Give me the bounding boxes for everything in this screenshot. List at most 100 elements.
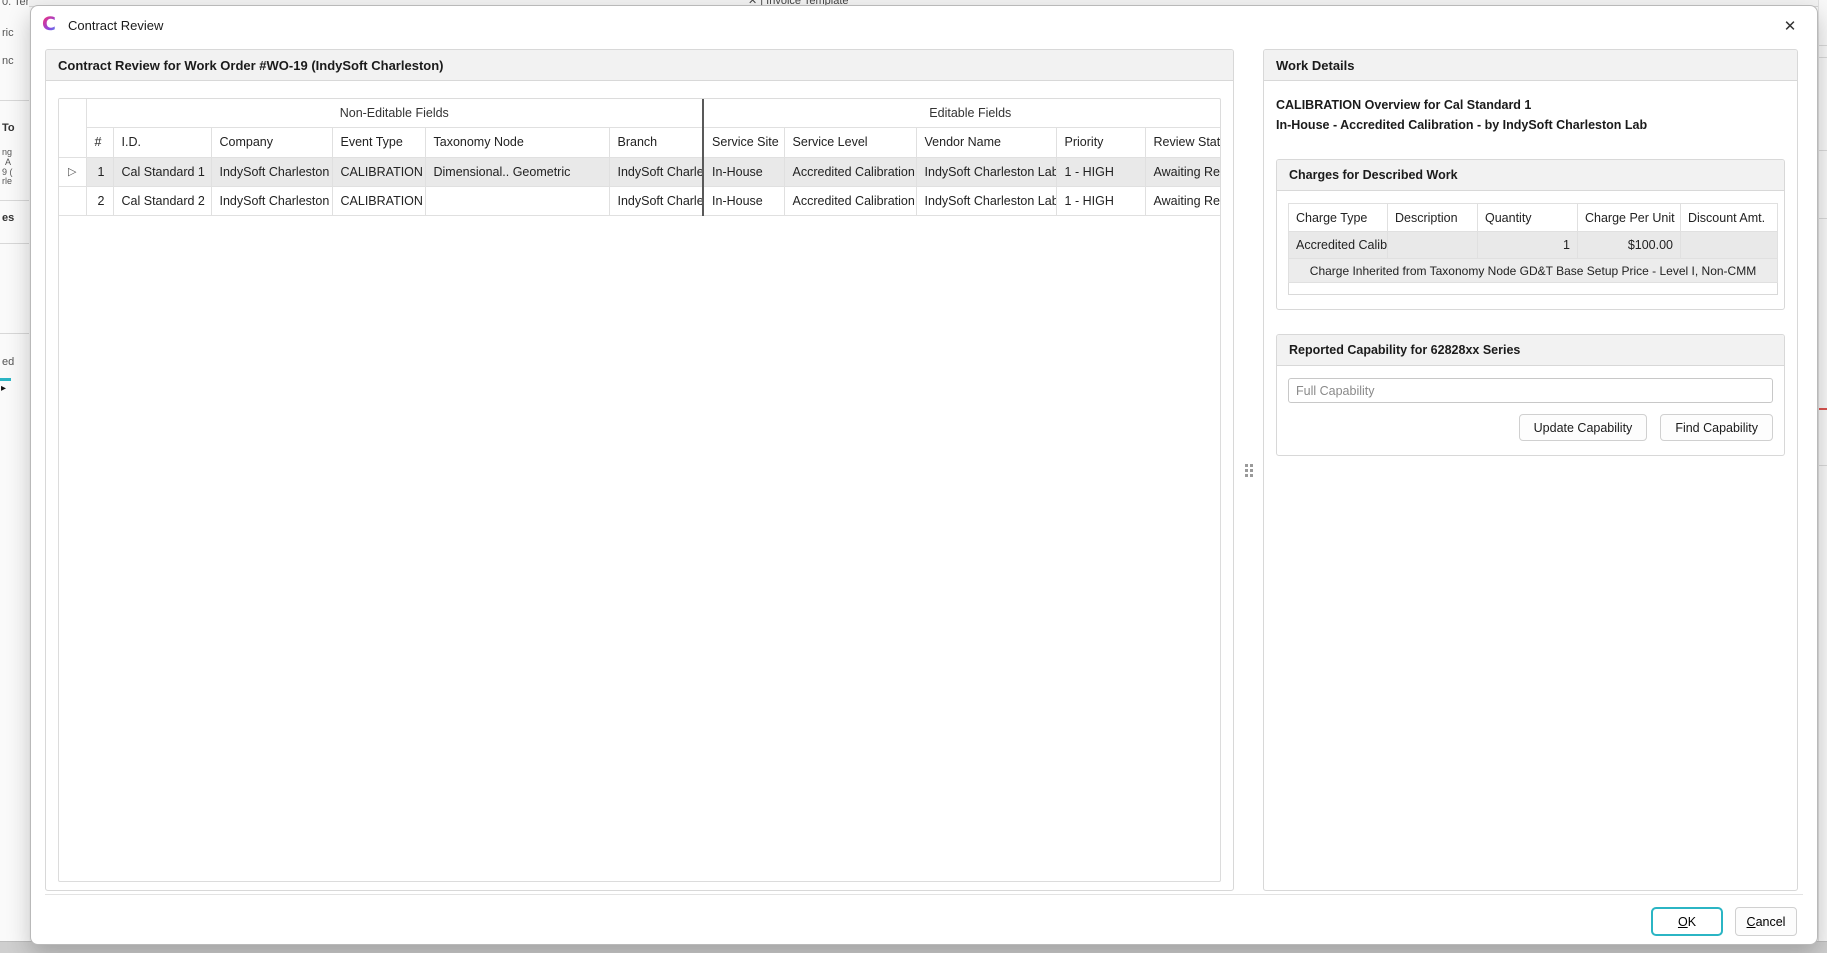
column-header-priority: Priority xyxy=(1056,127,1145,157)
cell-review-status[interactable]: Awaiting Review xyxy=(1145,186,1221,215)
cell-priority[interactable]: 1 - HIGH xyxy=(1056,157,1145,186)
background-fragment: rle xyxy=(2,176,12,186)
column-header-service-level: Service Level xyxy=(784,127,916,157)
cell-priority[interactable]: 1 - HIGH xyxy=(1056,186,1145,215)
cursor-icon: ▸ xyxy=(1,383,6,394)
cell-taxonomy-node[interactable]: Dimensional.. Geometric xyxy=(425,157,609,186)
charges-panel-title: Charges for Described Work xyxy=(1277,160,1784,191)
ok-button[interactable]: OK xyxy=(1651,907,1723,936)
background-fragment: nc xyxy=(2,55,14,67)
group-header-editable: Editable Fields xyxy=(703,99,1221,127)
background-fragment: To xyxy=(2,122,15,134)
charge-inherited-note: Charge Inherited from Taxonomy Node GD&T… xyxy=(1289,259,1778,283)
cell-charge-per-unit[interactable]: $100.00 xyxy=(1578,232,1681,259)
table-row[interactable]: ▷ 1 Cal Standard 1 IndySoft Charleston C… xyxy=(59,157,1221,186)
column-header-taxonomy-node: Taxonomy Node xyxy=(425,127,609,157)
cancel-button-label: Cancel xyxy=(1736,915,1796,929)
capability-panel: Reported Capability for 62828xx Series U… xyxy=(1276,334,1785,456)
cell-vendor-name[interactable]: IndySoft Charleston Lab xyxy=(916,186,1056,215)
update-capability-button[interactable]: Update Capability xyxy=(1519,414,1648,441)
background-divider xyxy=(1819,465,1827,466)
column-header-branch: Branch xyxy=(609,127,703,157)
app-logo-icon: C xyxy=(42,14,62,34)
background-fragment: A xyxy=(5,157,11,167)
footer-separator xyxy=(45,894,1803,895)
column-header-num: # xyxy=(86,127,113,157)
background-divider xyxy=(1819,57,1827,58)
window-title: Contract Review xyxy=(68,18,163,33)
background-divider xyxy=(0,100,29,101)
background-left-strip: 0. Template ric nc To ng A 9 ( rle es ed… xyxy=(0,0,29,941)
cell-event-type[interactable]: CALIBRATION xyxy=(332,186,425,215)
row-selector-header xyxy=(59,99,86,157)
background-fragment: ric xyxy=(2,27,14,39)
work-order-grid: Non-Editable Fields Editable Fields # I.… xyxy=(58,98,1221,882)
charges-empty-row xyxy=(1289,283,1778,295)
background-red-mark xyxy=(1819,408,1827,410)
table-row[interactable]: 2 Cal Standard 2 IndySoft Charleston CAL… xyxy=(59,186,1221,215)
cell-num[interactable]: 1 xyxy=(86,157,113,186)
column-header-service-site: Service Site xyxy=(703,127,784,157)
cancel-button[interactable]: Cancel xyxy=(1735,907,1797,936)
cell-review-status[interactable]: Awaiting Review xyxy=(1145,157,1221,186)
column-header-event-type: Event Type xyxy=(332,127,425,157)
cell-event-type[interactable]: CALIBRATION xyxy=(332,157,425,186)
cell-service-site[interactable]: In-House xyxy=(703,186,784,215)
background-divider xyxy=(1819,150,1827,151)
background-divider xyxy=(0,200,29,201)
work-overview: CALIBRATION Overview for Cal Standard 1 … xyxy=(1264,81,1797,135)
contract-review-dialog: C Contract Review ✕ Contract Review for … xyxy=(30,5,1818,945)
background-right-strip xyxy=(1818,0,1827,941)
cell-quantity[interactable]: 1 xyxy=(1478,232,1578,259)
cell-branch[interactable]: IndySoft Charleston xyxy=(609,186,703,215)
cell-discount-amt[interactable] xyxy=(1681,232,1778,259)
cell-service-level[interactable]: Accredited Calibration xyxy=(784,157,916,186)
capability-input[interactable] xyxy=(1288,378,1773,403)
charges-row[interactable]: Accredited Calibration 1 $100.00 xyxy=(1289,232,1778,259)
work-details-panel: Work Details CALIBRATION Overview for Ca… xyxy=(1263,49,1798,891)
row-selector-icon[interactable]: ▷ xyxy=(59,157,86,186)
capability-panel-title: Reported Capability for 62828xx Series xyxy=(1277,335,1784,366)
charges-header-quantity: Quantity xyxy=(1478,204,1578,232)
background-fragment: ng xyxy=(2,147,12,157)
cell-vendor-name[interactable]: IndySoft Charleston Lab xyxy=(916,157,1056,186)
cell-id[interactable]: Cal Standard 1 xyxy=(113,157,211,186)
work-order-panel-title: Contract Review for Work Order #WO-19 (I… xyxy=(46,50,1233,81)
ok-button-label: OK xyxy=(1653,915,1721,929)
close-icon[interactable]: ✕ xyxy=(1775,12,1805,40)
panel-splitter-grip[interactable] xyxy=(1243,460,1255,480)
work-order-panel: Contract Review for Work Order #WO-19 (I… xyxy=(45,49,1234,891)
cell-description[interactable] xyxy=(1388,232,1478,259)
background-divider xyxy=(1819,45,1827,46)
background-divider xyxy=(1819,218,1827,219)
background-accent-bar xyxy=(0,378,11,381)
overview-line-2: In-House - Accredited Calibration - by I… xyxy=(1276,115,1785,135)
background-divider xyxy=(0,243,29,244)
work-details-title: Work Details xyxy=(1264,50,1797,81)
cell-service-site[interactable]: In-House xyxy=(703,157,784,186)
charges-header-charge-per-unit: Charge Per Unit xyxy=(1578,204,1681,232)
charges-table: Charge Type Description Quantity Charge … xyxy=(1288,203,1778,295)
charges-header-discount-amt: Discount Amt. xyxy=(1681,204,1778,232)
charges-panel: Charges for Described Work Charge Type D… xyxy=(1276,159,1785,310)
column-header-company: Company xyxy=(211,127,332,157)
column-header-review-status: Review Status xyxy=(1145,127,1221,157)
cell-taxonomy-node[interactable] xyxy=(425,186,609,215)
find-capability-button[interactable]: Find Capability xyxy=(1660,414,1773,441)
cell-company[interactable]: IndySoft Charleston xyxy=(211,157,332,186)
title-bar[interactable]: C Contract Review ✕ xyxy=(31,6,1817,46)
cell-charge-type[interactable]: Accredited Calibration xyxy=(1289,232,1388,259)
cell-num[interactable]: 2 xyxy=(86,186,113,215)
footer: OK Cancel xyxy=(1651,907,1797,936)
row-selector[interactable] xyxy=(59,186,86,215)
cell-service-level[interactable]: Accredited Calibration xyxy=(784,186,916,215)
cell-branch[interactable]: IndySoft Charleston xyxy=(609,157,703,186)
column-header-vendor-name: Vendor Name xyxy=(916,127,1056,157)
background-fragment: 0. Template xyxy=(2,0,29,8)
cell-company[interactable]: IndySoft Charleston xyxy=(211,186,332,215)
background-divider xyxy=(0,333,29,334)
cell-id[interactable]: Cal Standard 2 xyxy=(113,186,211,215)
background-fragment: ed xyxy=(2,356,14,368)
charges-header-charge-type: Charge Type xyxy=(1289,204,1388,232)
group-header-non-editable: Non-Editable Fields xyxy=(86,99,703,127)
